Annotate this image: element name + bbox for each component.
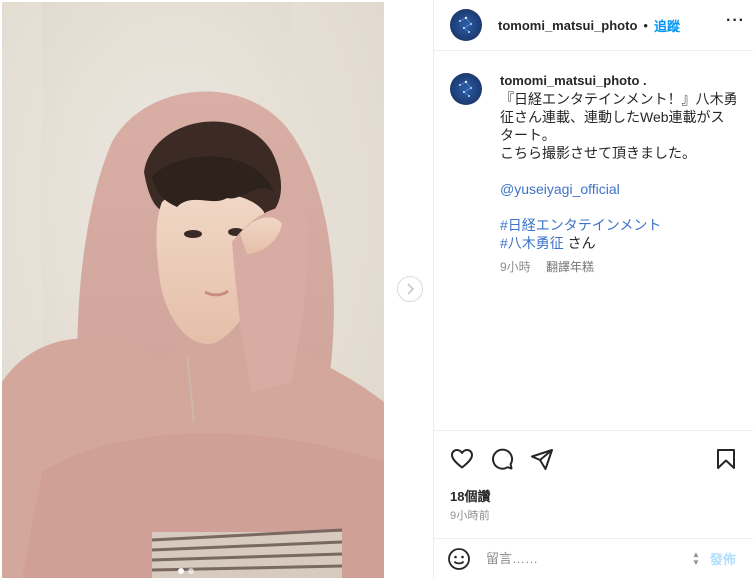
emoji-button[interactable] xyxy=(446,546,472,572)
post-comment-button[interactable]: 發佈 xyxy=(710,549,736,568)
emoji-icon xyxy=(448,547,470,570)
post-header: tomomi_matsui_photo • 追蹤 ··· xyxy=(434,0,753,51)
caption-text: 『日経エンタテインメント！』八木勇征さん連載、連動したWeb連載がスタート。 こ… xyxy=(500,91,738,161)
post-timestamp[interactable]: 9小時前 xyxy=(450,507,490,523)
follow-button[interactable]: 追蹤 xyxy=(654,16,680,35)
chevron-right-icon xyxy=(407,283,415,295)
like-button[interactable] xyxy=(442,439,482,479)
header-separator: • xyxy=(643,17,648,33)
next-photo-button[interactable] xyxy=(397,276,423,302)
bookmark-icon xyxy=(717,448,735,469)
avatar[interactable] xyxy=(450,9,482,41)
post-details-panel: tomomi_matsui_photo • 追蹤 ··· tomomi_mats… xyxy=(433,0,753,578)
hashtag-link[interactable]: #日経エンタテインメント xyxy=(500,217,661,233)
like-count[interactable]: 18個讚 xyxy=(450,486,490,505)
carousel-dot xyxy=(188,568,194,574)
caption-avatar[interactable] xyxy=(450,73,482,105)
share-button[interactable] xyxy=(522,439,562,479)
send-icon xyxy=(531,448,553,470)
hashtag-link[interactable]: #八木勇征 xyxy=(500,235,564,251)
caption-meta: 9小時 翻譯年糕 xyxy=(500,258,738,276)
heart-icon xyxy=(451,448,473,468)
caption-username[interactable]: tomomi_matsui_photo . xyxy=(500,72,738,90)
header-username[interactable]: tomomi_matsui_photo xyxy=(498,18,637,33)
comment-bar: ▲ ▼ 發佈 xyxy=(434,538,753,578)
constellation-avatar-icon xyxy=(459,80,472,97)
caption-row: tomomi_matsui_photo . 『日経エンタテインメント！』八木勇征… xyxy=(450,72,738,276)
comment-input[interactable] xyxy=(486,551,686,566)
constellation-avatar-icon xyxy=(459,16,472,33)
caption-time: 9小時 xyxy=(500,260,531,274)
photo-illustration xyxy=(2,2,384,578)
mention-link[interactable]: @yuseiyagi_official xyxy=(500,181,620,197)
action-bar xyxy=(434,430,753,486)
translate-button[interactable]: 翻譯年糕 xyxy=(546,260,594,274)
post-photo[interactable] xyxy=(2,2,384,578)
comment-icon xyxy=(492,448,514,470)
carousel-dot xyxy=(178,568,184,574)
post-media xyxy=(0,0,433,578)
caption-suffix: さん xyxy=(563,235,596,251)
carousel-indicator xyxy=(178,568,194,574)
resize-handle[interactable]: ▲ ▼ xyxy=(692,550,700,567)
save-button[interactable] xyxy=(706,439,746,479)
more-options-button[interactable]: ··· xyxy=(726,12,745,30)
caption-body: tomomi_matsui_photo . 『日経エンタテインメント！』八木勇征… xyxy=(500,72,738,276)
caption-area: tomomi_matsui_photo . 『日経エンタテインメント！』八木勇征… xyxy=(434,52,753,430)
caret-down-icon: ▼ xyxy=(692,557,700,567)
comment-button[interactable] xyxy=(482,439,522,479)
